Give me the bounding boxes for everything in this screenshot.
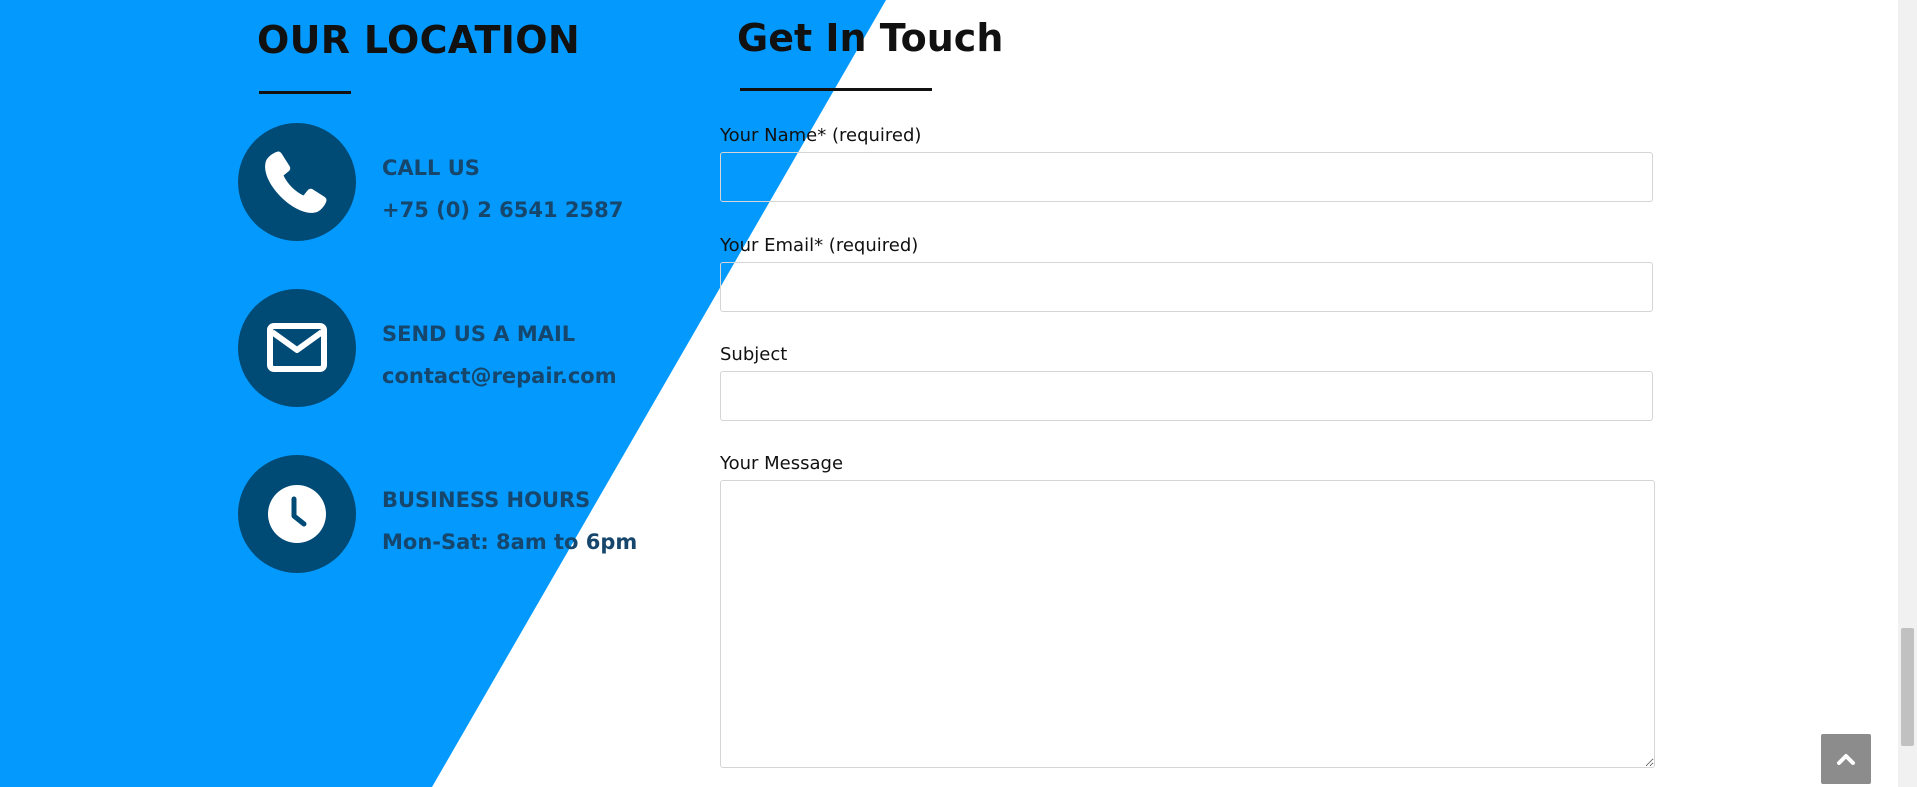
business-hours-label: BUSINESS HOURS xyxy=(382,488,591,512)
message-label: Your Message xyxy=(720,453,844,474)
chevron-up-icon xyxy=(1837,754,1855,765)
business-hours-value: Mon-Sat: 8am to 6pm xyxy=(382,530,638,554)
name-label: Your Name* (required) xyxy=(720,125,922,146)
email-label: Your Email* (required) xyxy=(720,235,919,256)
mail-label: SEND US A MAIL xyxy=(382,322,576,346)
call-us-label: CALL US xyxy=(382,156,480,180)
contact-title-underline xyxy=(740,88,932,91)
email-input[interactable] xyxy=(720,262,1653,312)
call-us-item: CALL US +75 (0) 2 6541 2587 xyxy=(238,123,758,241)
message-textarea[interactable] xyxy=(720,480,1655,768)
mail-item: SEND US A MAIL contact@repair.com xyxy=(238,289,758,407)
mail-icon-circle xyxy=(238,289,356,407)
phone-icon-circle xyxy=(238,123,356,241)
scrollbar-thumb[interactable] xyxy=(1901,628,1914,746)
scroll-to-top-button[interactable] xyxy=(1821,734,1871,784)
contact-title: Get In Touch xyxy=(737,16,1004,60)
location-title-underline xyxy=(259,91,351,94)
business-hours-item: BUSINESS HOURS Mon-Sat: 8am to 6pm xyxy=(238,455,758,573)
phone-icon xyxy=(265,151,327,213)
clock-icon xyxy=(268,485,326,543)
location-title: OUR LOCATION xyxy=(257,18,580,62)
clock-icon-circle xyxy=(238,455,356,573)
subject-label: Subject xyxy=(720,344,788,365)
mail-icon xyxy=(267,323,327,372)
email-address: contact@repair.com xyxy=(382,364,617,388)
phone-number: +75 (0) 2 6541 2587 xyxy=(382,198,624,222)
name-input[interactable] xyxy=(720,152,1653,202)
subject-input[interactable] xyxy=(720,371,1653,421)
